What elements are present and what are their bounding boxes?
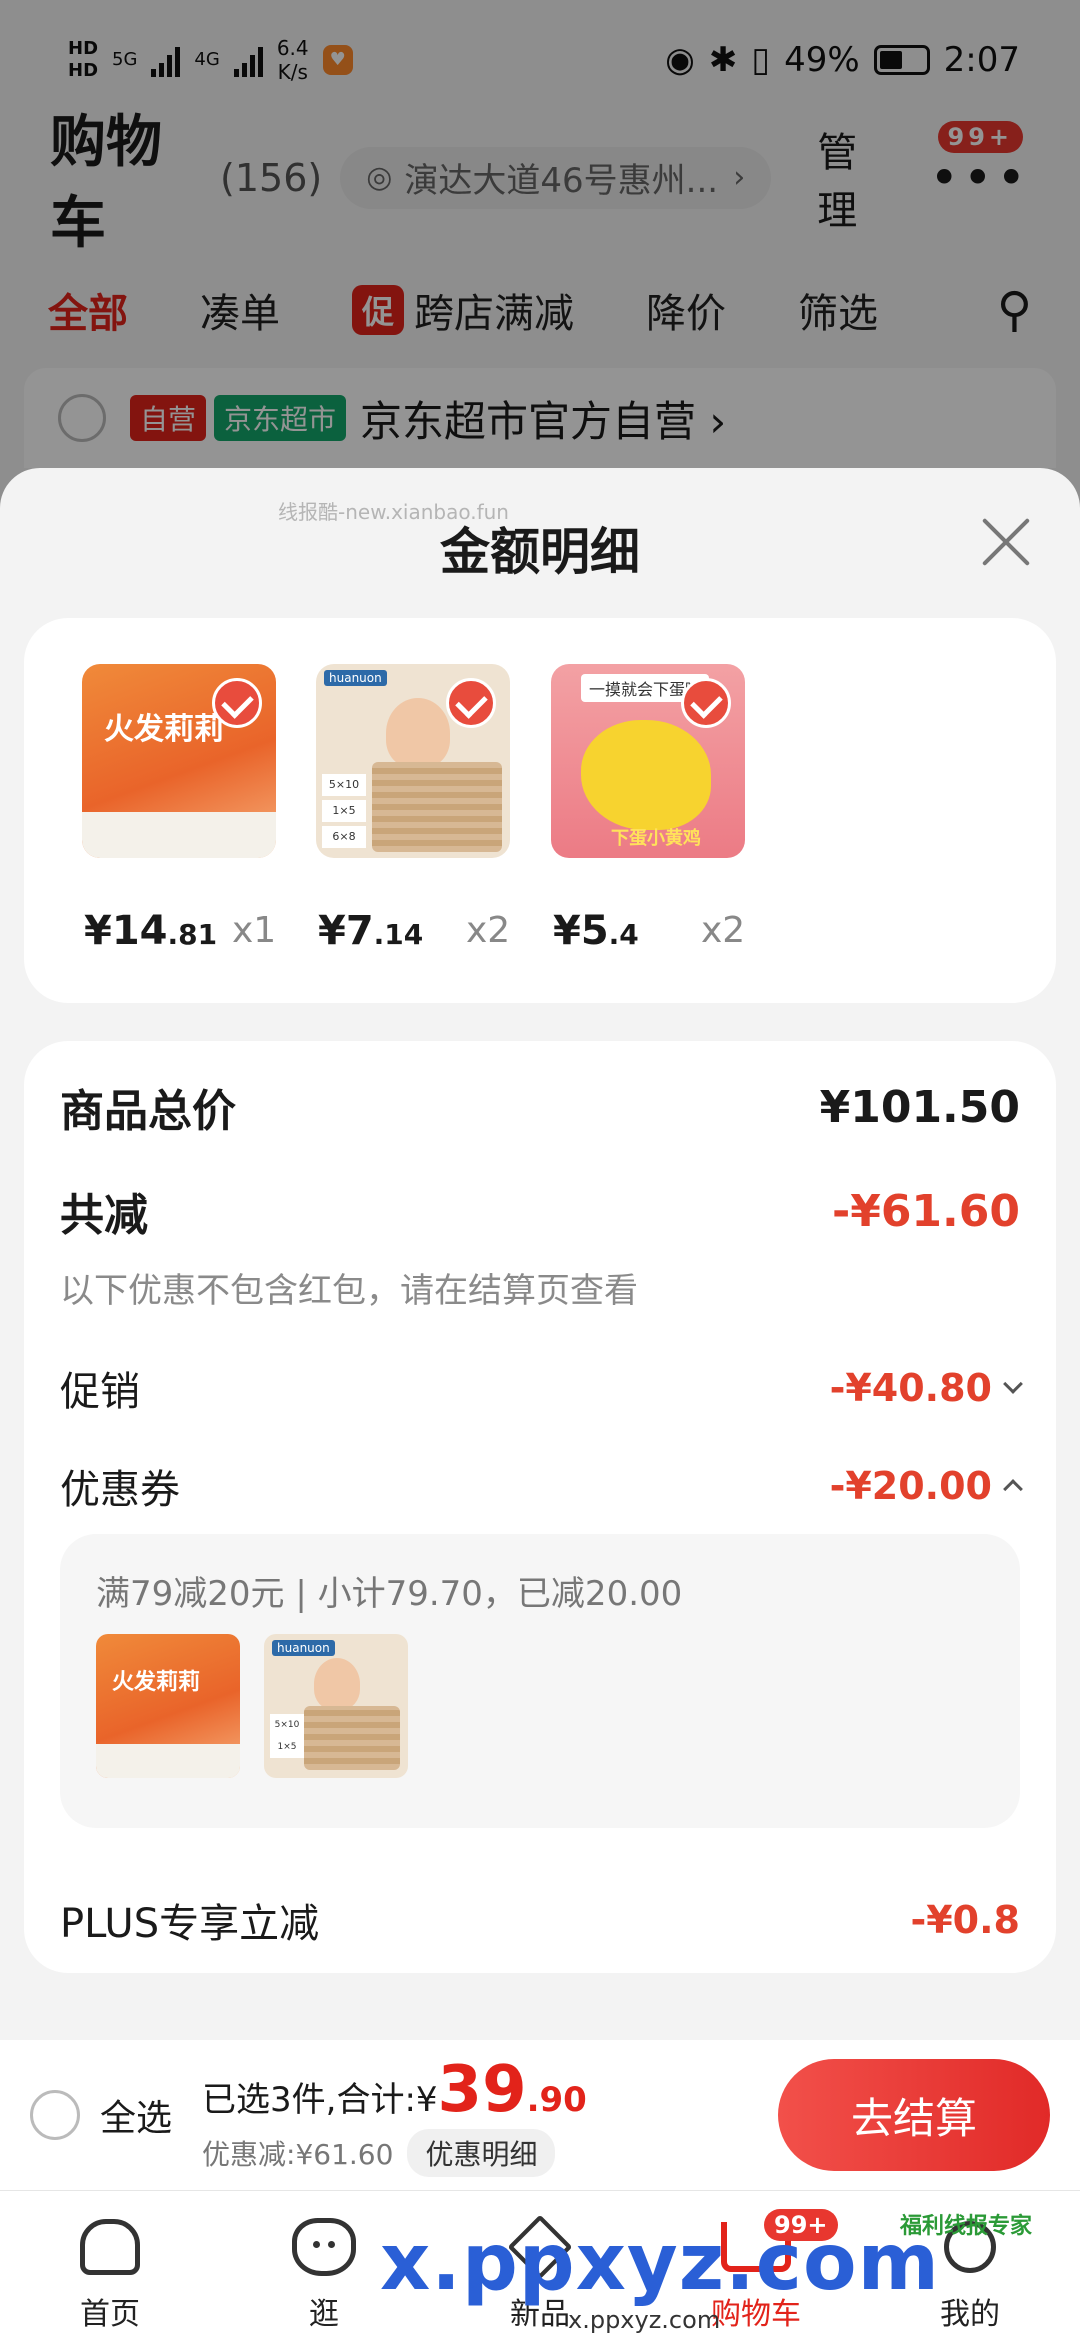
product-item[interactable]: huanuon 5×10 1×5 6×8 ¥7.14 x2 [316,664,516,954]
select-all-toggle[interactable]: 全选 [30,2089,172,2141]
product-price: ¥14.81 [84,908,217,954]
discover-icon [292,2218,356,2276]
price-integer: ¥14 [84,908,168,954]
watermark-logo: 福利线报专家 [900,2214,1033,2239]
coupon-detail-box: 满79减20元 | 小计79.70，已减20.00 火发莉莉 huanuon 5… [60,1534,1020,1828]
book-cover-title: 火发莉莉 [104,712,224,747]
nav-label: 逛 [309,2297,339,2332]
product-item[interactable]: 火发莉莉 ¥14.81 x1 [82,664,282,954]
price-decimal: .14 [373,918,424,951]
multiplication-board-image: huanuon 5×10 1×5 [264,1634,408,1778]
total-price-row: 商品总价 ¥101.50 [60,1075,1020,1139]
coupon-product-thumbnail: huanuon 5×10 1×5 [264,1634,408,1778]
price-decimal: .81 [167,918,218,951]
nav-item-discover[interactable]: 逛 [254,2209,394,2333]
product-quantity: x2 [701,910,746,951]
product-quantity: x2 [466,910,511,951]
book-cover-title: 火发莉莉 [112,1670,201,1695]
watermark-overlay: x.ppxyz.com [380,2218,940,2308]
coupon-row[interactable]: 优惠券 -¥20.00 [60,1457,1023,1515]
checkout-bar: 全选 已选3件,合计:¥ 39 .90 优惠减:¥61.60 优惠明细 去结算 [0,2040,1080,2190]
price-integer: ¥7 [318,908,374,954]
book-cover-image: 火发莉莉 [96,1634,240,1778]
total-price-value: ¥101.50 [819,1081,1020,1133]
total-reduction-label: 共减 [60,1190,148,1241]
price-summary-card: 商品总价 ¥101.50 共减 -¥61.60 以下优惠不包含红包，请在结算页查… [24,1041,1056,1973]
plus-discount-label: PLUS专享立减 [60,1901,320,1947]
discount-detail-button[interactable]: 优惠明细 [407,2129,556,2177]
watermark-overlay-small: x.ppxyz.com [568,2306,721,2334]
coupon-value-wrap: -¥20.00 [829,1464,1023,1508]
close-button[interactable] [976,512,1036,572]
check-icon [212,678,262,728]
product-quantity: x1 [232,910,277,951]
checkout-button[interactable]: 去结算 [778,2059,1050,2171]
check-icon [446,678,496,728]
total-decimal: .90 [526,2080,587,2120]
chevron-up-icon [1003,1479,1023,1499]
product-item[interactable]: 一摸就会下蛋哦 下蛋小黄鸡 ¥5.4 x2 [551,664,751,954]
select-all-label: 全选 [100,2098,173,2139]
selected-products-card: 火发莉莉 ¥14.81 x1 huanuon 5×10 1×5 6×8 ¥7.1… [24,618,1056,1003]
discount-note: 以下优惠不包含红包，请在结算页查看 [60,1271,638,1311]
total-reduction-value: -¥61.60 [831,1185,1020,1237]
home-icon [80,2219,140,2275]
coupon-label: 优惠券 [60,1467,180,1513]
brand-logo: huanuon [272,1640,335,1656]
selected-summary: 已选3件,合计:¥ [202,2080,438,2120]
coupon-product-thumbnail: 火发莉莉 [96,1634,240,1778]
select-all-checkbox[interactable] [30,2090,80,2140]
cart-totals: 已选3件,合计:¥ 39 .90 优惠减:¥61.60 优惠明细 [202,2053,587,2177]
image-caption-bottom: 下蛋小黄鸡 [611,828,701,849]
plus-discount-row: PLUS专享立减 -¥0.8 [60,1891,1020,1949]
plus-discount-value: -¥0.8 [910,1898,1020,1942]
promotion-label: 促销 [60,1369,140,1415]
nav-label: 首页 [80,2297,140,2332]
coupon-detail-text: 满79减20元 | 小计79.70，已减20.00 [96,1574,683,1614]
promotion-row[interactable]: 促销 -¥40.80 [60,1359,1023,1417]
nav-item-home[interactable]: 首页 [40,2209,180,2333]
product-thumbnail: 一摸就会下蛋哦 下蛋小黄鸡 [551,664,745,858]
product-price: ¥5.4 [553,908,639,954]
coupon-value: -¥20.00 [829,1464,992,1508]
total-reduction-row: 共减 -¥61.60 [60,1179,1020,1243]
product-price: ¥7.14 [318,908,423,954]
price-decimal: .4 [608,918,639,951]
price-integer: ¥5 [553,908,609,954]
check-icon [681,678,731,728]
chevron-down-icon [1003,1374,1023,1394]
total-integer: 39 [437,2053,527,2127]
promotion-value-wrap: -¥40.80 [829,1366,1023,1410]
brand-logo: huanuon [324,670,387,686]
sheet-title: 金额明细 [440,523,640,581]
total-price-label: 商品总价 [60,1086,236,1137]
promotion-value: -¥40.80 [829,1366,992,1410]
product-thumbnail: huanuon 5×10 1×5 6×8 [316,664,510,858]
product-thumbnail: 火发莉莉 [82,664,276,858]
discount-summary: 优惠减:¥61.60 [202,2138,394,2171]
